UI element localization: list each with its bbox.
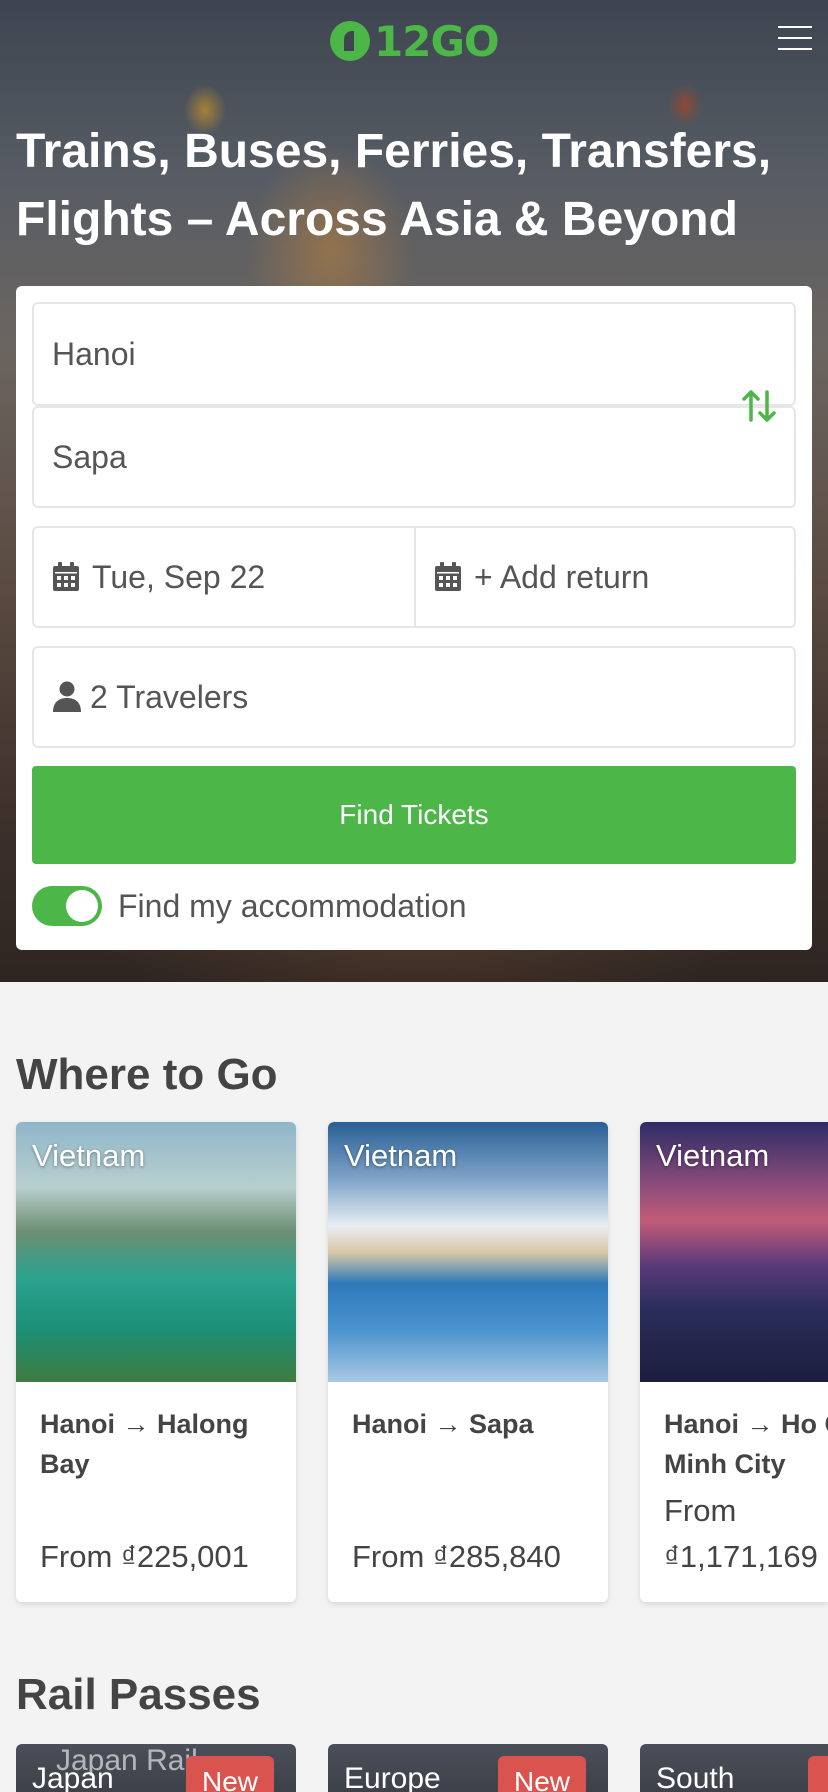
logo-text: 12GO [374,16,500,66]
destination-route: Hanoi → Halong Bay [40,1409,249,1479]
toggle-knob [66,890,98,922]
rail-passes-title: Rail Passes [16,1670,261,1719]
find-tickets-button[interactable]: Find Tickets [32,766,796,864]
hamburger-icon[interactable] [778,26,812,52]
user-icon [53,681,81,712]
departure-date-value: Tue, Sep 22 [92,558,266,595]
rail-pass-name: Japan [32,1762,114,1792]
badge [808,1756,828,1792]
calendar-icon [53,562,79,591]
hero-title: Trains, Buses, Ferries, Transfers, Fligh… [16,125,772,246]
travelers-field[interactable]: 2 Travelers [32,646,796,748]
destination-image: Vietnam [640,1122,828,1382]
rail-pass-card[interactable]: South [640,1744,828,1792]
destination-route: Hanoi → Ho Chi Minh City [664,1409,828,1479]
where-to-go-title: Where to Go [16,1050,278,1099]
from-field[interactable]: Hanoi [32,302,796,406]
destination-card[interactable]: Vietnam Hanoi → Sapa From ₫285,840 [328,1122,608,1602]
destination-country: Vietnam [32,1138,146,1173]
destination-card[interactable]: Vietnam Hanoi → Halong Bay From ₫225,001 [16,1122,296,1602]
swap-arrows-icon[interactable] [742,388,776,424]
to-field[interactable]: Sapa [32,406,796,508]
destination-card[interactable]: Vietnam Hanoi → Ho Chi Minh City From ₫1… [640,1122,828,1602]
calendar-icon [435,562,461,591]
rail-pass-card[interactable]: Europe New [328,1744,608,1792]
search-form: Hanoi Sapa Tue, Sep 22 + Add return 2 Tr… [16,286,812,950]
from-value: Hanoi [52,335,136,372]
destination-country: Vietnam [344,1138,458,1173]
departure-date-field[interactable]: Tue, Sep 22 [32,526,416,628]
add-return-label: + Add return [474,558,650,595]
new-badge: New [498,1756,587,1792]
destination-price: From ₫285,840 [352,1539,561,1574]
rail-pass-card[interactable]: Japan Rail Japan New [16,1744,296,1792]
travelers-value: 2 Travelers [90,678,249,715]
destination-price: From ₫225,001 [40,1539,249,1574]
to-value: Sapa [52,438,127,475]
destination-image: Vietnam [16,1122,296,1382]
accommodation-toggle[interactable] [32,886,102,926]
return-date-field[interactable]: + Add return [414,526,796,628]
rail-pass-name: Europe [344,1762,441,1792]
logo-icon [330,21,370,61]
destination-price: From ₫1,171,169 [664,1493,818,1574]
accommodation-row: Find my accommodation [32,886,467,926]
rail-pass-name: South [656,1762,735,1792]
destination-country: Vietnam [656,1138,770,1173]
accommodation-label: Find my accommodation [118,887,467,924]
new-badge: New [186,1756,275,1792]
logo[interactable]: 12GO [330,16,500,66]
destination-route: Hanoi → Sapa [352,1409,534,1439]
destination-image: Vietnam [328,1122,608,1382]
